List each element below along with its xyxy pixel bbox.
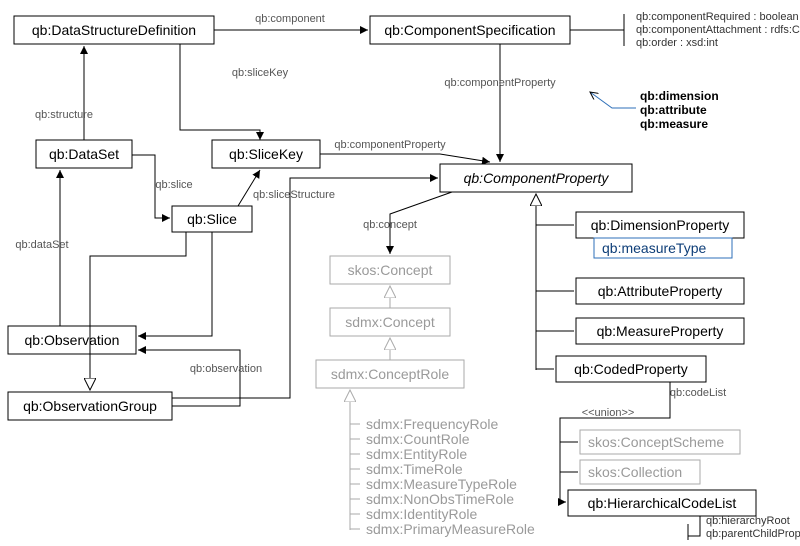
edge-observation-slice xyxy=(138,232,212,336)
class-sdmx-conceptrole-label: sdmx:ConceptRole xyxy=(331,366,449,382)
class-skos-collection-label: skos:Collection xyxy=(588,464,682,480)
class-slice-label: qb:Slice xyxy=(187,211,237,227)
svg-text:sdmx:MeasureTypeRole: sdmx:MeasureTypeRole xyxy=(366,476,517,492)
class-dimprop-label: qb:DimensionProperty xyxy=(591,217,730,233)
class-slicekey-label: qb:SliceKey xyxy=(229,146,303,162)
edge-slicekey xyxy=(180,44,260,140)
class-hcl-label: qb:HierarchicalCodeList xyxy=(588,495,737,511)
class-compprop-label: qb:ComponentProperty xyxy=(464,170,610,186)
edge-codelist-label: qb:codeList xyxy=(670,387,726,399)
svg-text:sdmx:EntityRole: sdmx:EntityRole xyxy=(366,446,467,462)
class-obsgroup-label: qb:ObservationGroup xyxy=(23,398,157,414)
edge-slicekey-label: qb:sliceKey xyxy=(232,67,289,79)
attr-comp-attachment: qb:componentAttachment : rdfs:Class xyxy=(636,24,800,36)
class-skos-conceptscheme-label: skos:ConceptScheme xyxy=(588,434,724,450)
edge-structure-label: qb:structure xyxy=(35,109,93,121)
edge-concept-label: qb:concept xyxy=(363,219,417,231)
attr-parentchild: qb:parentChildProperty xyxy=(706,528,800,540)
instance-measuretype-label: qb:measureType xyxy=(602,240,706,256)
annotation-pointer xyxy=(590,92,636,108)
class-measprop-label: qb:MeasureProperty xyxy=(597,323,724,339)
class-attrprop-label: qb:AttributeProperty xyxy=(598,283,723,299)
gen-slice-obsgroup xyxy=(90,232,186,390)
attr-hierarchyroot: qb:hierarchyRoot xyxy=(706,515,790,527)
edge-observation-label: qb:observation xyxy=(190,363,262,375)
class-sdmx-concept-label: sdmx:Concept xyxy=(345,314,435,330)
class-comp-spec-label: qb:ComponentSpecification xyxy=(384,22,555,38)
edge-component-label: qb:component xyxy=(255,13,325,25)
attr-order: qb:order : xsd:int xyxy=(636,37,718,49)
edge-slicestructure-label: qb:sliceStructure xyxy=(253,189,335,201)
annot-dimension: qb:dimension xyxy=(640,89,719,103)
svg-text:sdmx:TimeRole: sdmx:TimeRole xyxy=(366,461,463,477)
edge-compprop-2 xyxy=(320,154,490,162)
class-dataset-label: qb:DataSet xyxy=(49,146,119,162)
annot-attribute: qb:attribute xyxy=(640,103,707,117)
svg-text:sdmx:NonObsTimeRole: sdmx:NonObsTimeRole xyxy=(366,491,514,507)
svg-text:sdmx:CountRole: sdmx:CountRole xyxy=(366,431,470,447)
svg-text:sdmx:IdentityRole: sdmx:IdentityRole xyxy=(366,506,477,522)
edge-compprop-1-label: qb:componentProperty xyxy=(444,77,556,89)
edge-compprop-2-label: qb:componentProperty xyxy=(334,139,446,151)
class-codedprop-label: qb:CodedProperty xyxy=(574,361,688,377)
edge-dataset-label: qb:dataSet xyxy=(15,239,68,251)
class-observation-label: qb:Observation xyxy=(25,332,120,348)
union-label: <<union>> xyxy=(582,407,635,419)
svg-text:sdmx:FrequencyRole: sdmx:FrequencyRole xyxy=(366,416,498,432)
class-skos-concept-label: skos:Concept xyxy=(348,262,433,278)
role-list: sdmx:FrequencyRole sdmx:CountRole sdmx:E… xyxy=(350,416,535,537)
class-dsd-label: qb:DataStructureDefinition xyxy=(32,22,196,38)
annot-measure: qb:measure xyxy=(640,117,708,131)
edge-slice-label: qb:slice xyxy=(155,179,192,191)
svg-text:sdmx:PrimaryMeasureRole: sdmx:PrimaryMeasureRole xyxy=(366,521,535,537)
attr-comp-required: qb:componentRequired : boolean xyxy=(636,11,799,23)
